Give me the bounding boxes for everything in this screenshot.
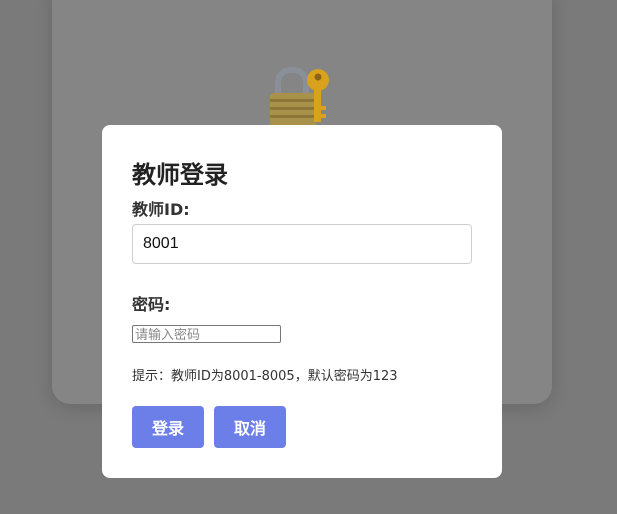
teacher-id-label: 教师ID: xyxy=(132,200,190,219)
login-button[interactable]: 登录 xyxy=(132,406,204,448)
lock-with-key-icon xyxy=(270,66,329,128)
teacher-id-input[interactable] xyxy=(132,224,472,264)
password-label: 密码: xyxy=(132,295,171,314)
page: 教师登录 教师ID: 密码: 提示：教师ID为8001-8005，默认密码为12… xyxy=(0,0,617,514)
cancel-button[interactable]: 取消 xyxy=(214,406,286,448)
login-modal: 教师登录 教师ID: 密码: 提示：教师ID为8001-8005，默认密码为12… xyxy=(102,125,502,478)
login-hint: 提示：教师ID为8001-8005，默认密码为123 xyxy=(132,369,398,384)
modal-title: 教师登录 xyxy=(132,161,228,189)
password-input[interactable] xyxy=(132,325,281,343)
